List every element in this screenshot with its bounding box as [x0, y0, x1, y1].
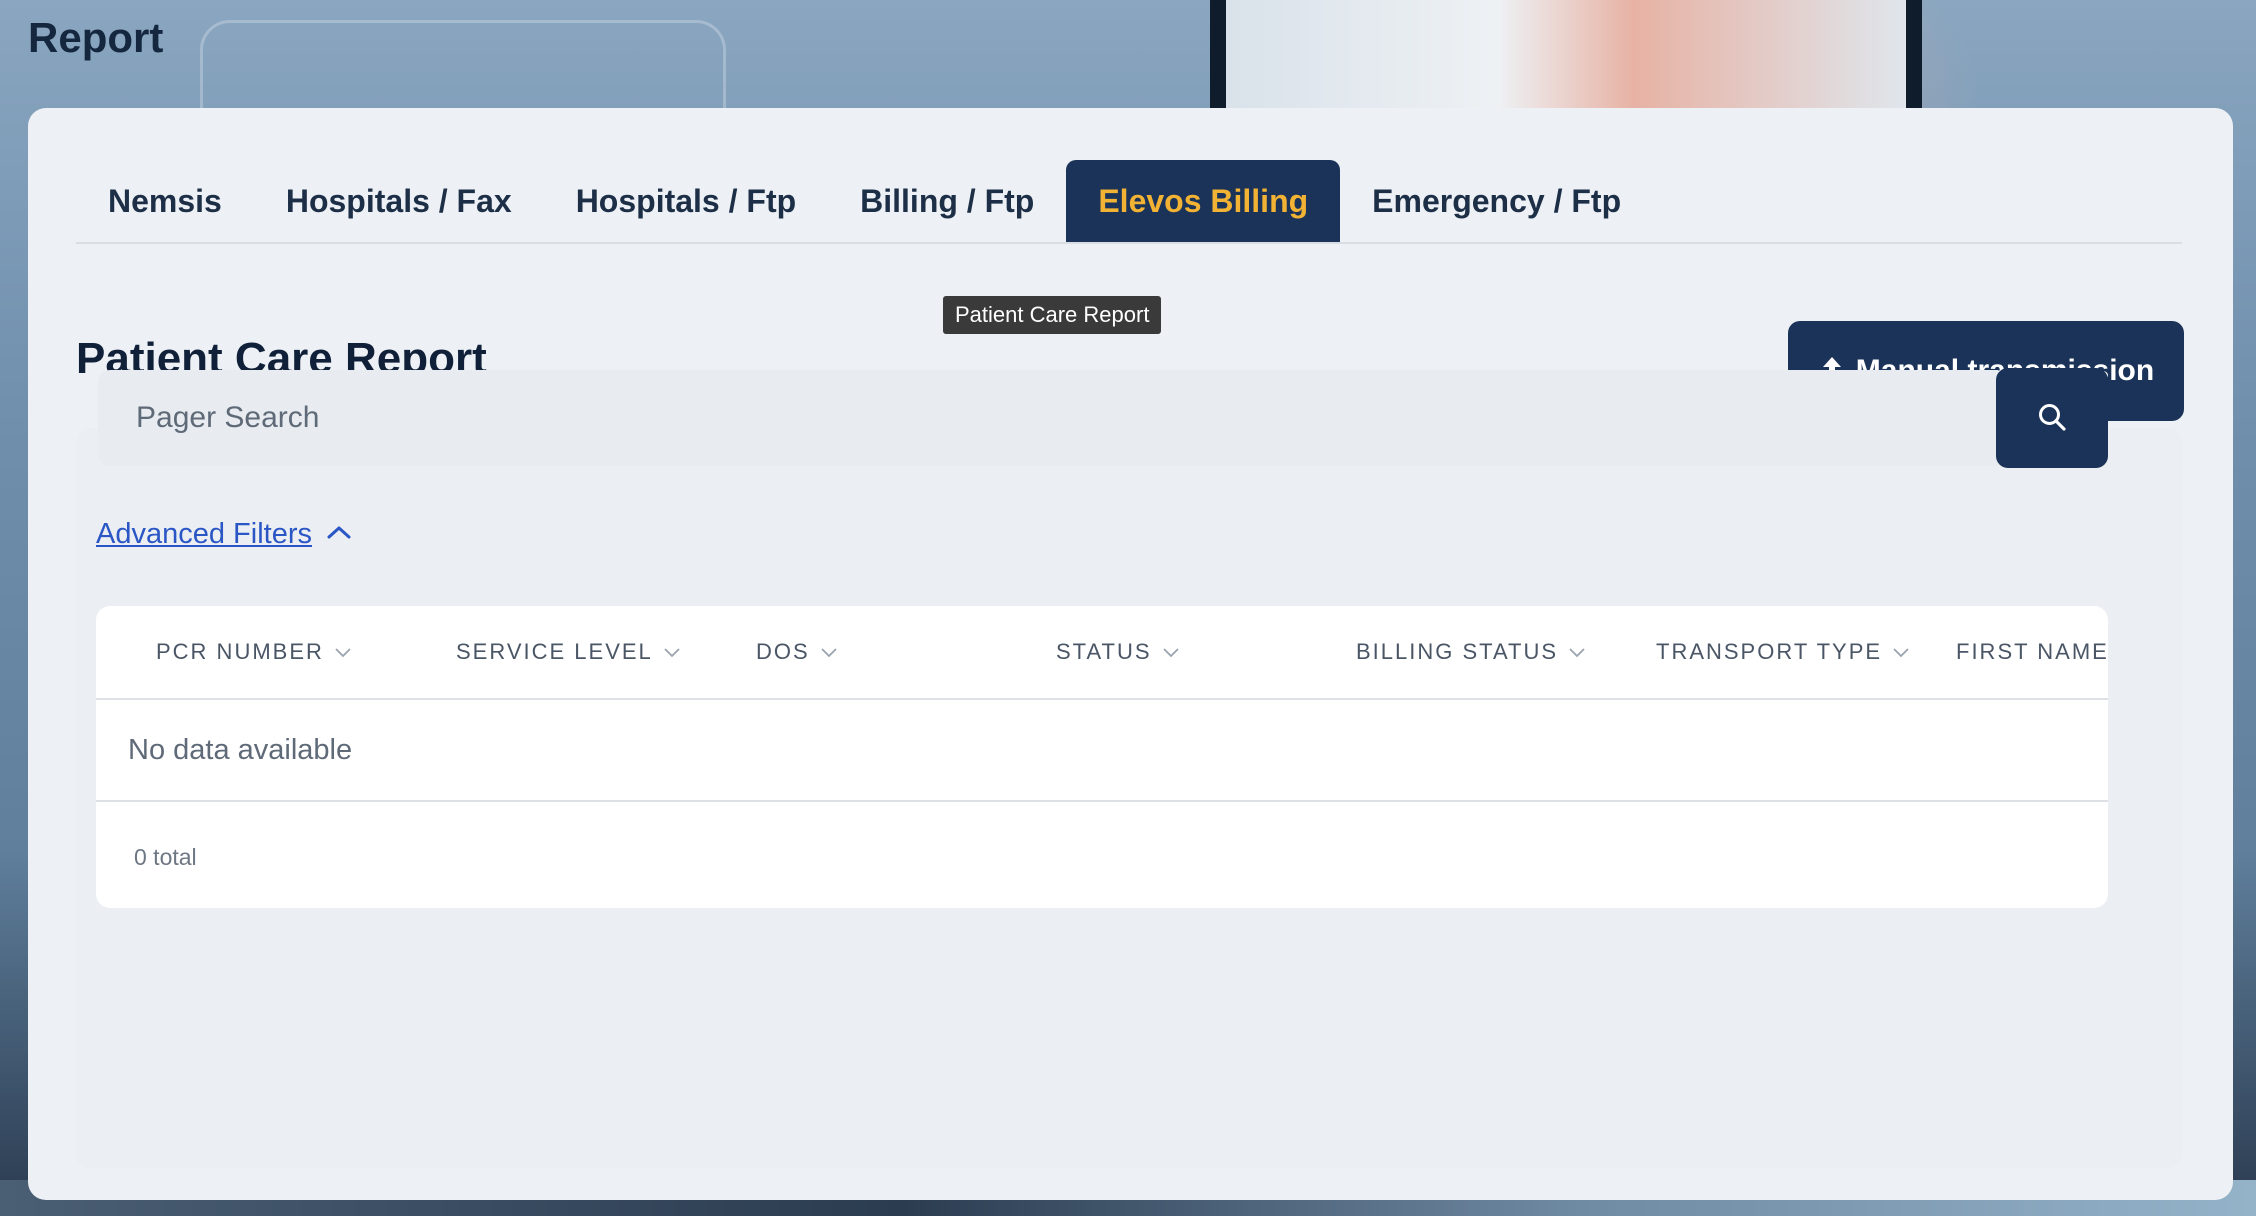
advanced-filters-toggle[interactable]: Advanced Filters: [96, 518, 352, 551]
tab-nemsis[interactable]: Nemsis: [76, 160, 254, 242]
page-title: Report: [28, 14, 164, 61]
column-header-status[interactable]: STATUS: [1056, 606, 1180, 698]
chevron-down-icon: [663, 646, 681, 658]
tab-elevos-billing[interactable]: Elevos Billing: [1066, 160, 1341, 242]
column-header-pcr-number[interactable]: PCR NUMBER: [156, 606, 352, 698]
column-label: DOS: [756, 639, 810, 664]
column-label: PCR NUMBER: [156, 639, 324, 664]
chevron-up-icon[interactable]: [326, 524, 352, 545]
column-label: SERVICE LEVEL: [456, 639, 653, 664]
tab-billing-ftp[interactable]: Billing / Ftp: [828, 160, 1066, 242]
column-header-first-name[interactable]: FIRST NAME: [1956, 606, 2108, 698]
chevron-down-icon: [1892, 646, 1910, 658]
table-header: PCR NUMBER SERVICE LEVEL DOS STATUS BILL…: [96, 606, 2108, 700]
pager-search-input[interactable]: [98, 370, 1998, 466]
total-count: 0 total: [134, 844, 197, 870]
column-label: TRANSPORT TYPE: [1656, 639, 1883, 664]
table-empty-row: No data available: [96, 700, 2108, 802]
chevron-down-icon: [334, 646, 352, 658]
column-header-billing-status[interactable]: BILLING STATUS: [1356, 606, 1586, 698]
search-icon: [2037, 402, 2067, 435]
column-header-service-level[interactable]: SERVICE LEVEL: [456, 606, 681, 698]
advanced-filters-link[interactable]: Advanced Filters: [96, 518, 312, 551]
chevron-down-icon: [1162, 646, 1180, 658]
search-button[interactable]: [1996, 368, 2108, 468]
column-header-transport-type[interactable]: TRANSPORT TYPE: [1656, 606, 1910, 698]
tab-hospitals-fax[interactable]: Hospitals / Fax: [254, 160, 544, 242]
column-label: STATUS: [1056, 639, 1152, 664]
pcr-table: PCR NUMBER SERVICE LEVEL DOS STATUS BILL…: [96, 606, 2108, 908]
chevron-down-icon: [820, 646, 838, 658]
column-label: FIRST NAME: [1956, 639, 2108, 664]
tab-emergency-ftp[interactable]: Emergency / Ftp: [1340, 160, 1653, 242]
tooltip: Patient Care Report: [943, 296, 1162, 334]
tab-hospitals-ftp[interactable]: Hospitals / Ftp: [544, 160, 828, 242]
column-label: BILLING STATUS: [1356, 639, 1559, 664]
chevron-down-icon: [1568, 646, 1586, 658]
column-header-dos[interactable]: DOS: [756, 606, 838, 698]
empty-state-text: No data available: [128, 733, 353, 766]
report-tabs: Nemsis Hospitals / Fax Hospitals / Ftp B…: [76, 160, 2182, 244]
